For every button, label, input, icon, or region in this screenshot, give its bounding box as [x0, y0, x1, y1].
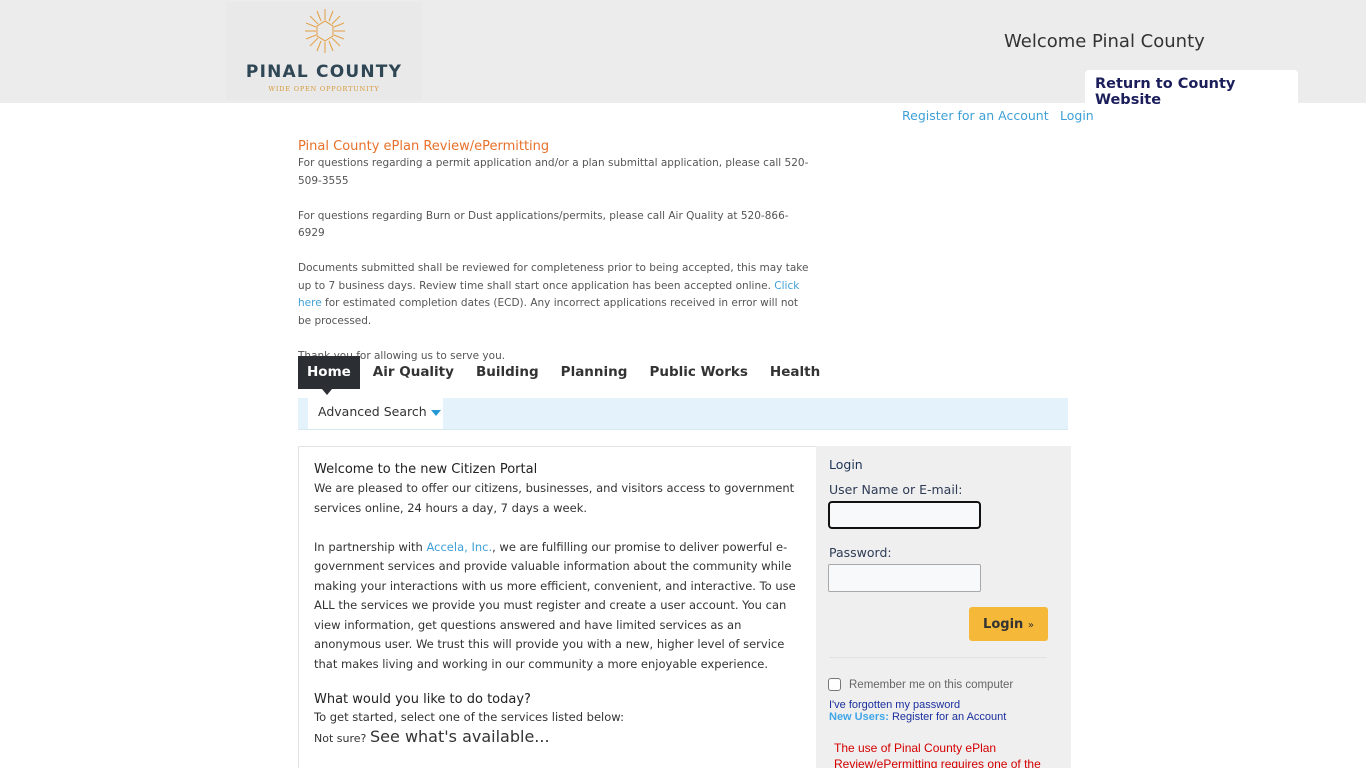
username-input[interactable] [828, 501, 981, 529]
sun-hexagon-logo-icon [305, 9, 345, 53]
intro-review-notice: Documents submitted shall be reviewed fo… [298, 260, 813, 330]
partnership-text-end: , we are fulfilling our promise to deliv… [314, 539, 796, 671]
todo-text: To get started, select one of the servic… [314, 709, 624, 724]
tab-public-works[interactable]: Public Works [640, 356, 756, 389]
remember-me-checkbox[interactable] [828, 678, 841, 691]
remember-me-row: Remember me on this computer [828, 678, 1013, 691]
login-button-label: Login [983, 616, 1024, 632]
tab-home[interactable]: Home [298, 356, 360, 395]
todo-title: What would you like to do today? [314, 691, 531, 707]
welcome-title: Welcome to the new Citizen Portal [314, 462, 538, 477]
login-title: Login [829, 457, 863, 472]
welcome-heading: Welcome Pinal County [1004, 31, 1205, 52]
password-input[interactable] [828, 564, 981, 592]
partnership-text-start: In partnership with [314, 539, 427, 554]
tab-building[interactable]: Building [467, 356, 548, 389]
site-header: PINAL COUNTY WIDE OPEN OPPORTUNITY Welco… [0, 0, 1366, 108]
intro-section: Pinal County ePlan Review/ePermitting Fo… [298, 138, 813, 383]
review-notice-text-end: for estimated completion dates (ECD). An… [298, 297, 799, 327]
logo-tagline: WIDE OPEN OPPORTUNITY [268, 85, 380, 93]
return-to-county-website-link[interactable]: Return to County Website [1085, 70, 1298, 108]
login-link[interactable]: Login [1060, 108, 1094, 123]
accela-link[interactable]: Accela, Inc. [427, 540, 493, 554]
new-users-row: New Users: Register for an Account [829, 711, 1006, 723]
usage-notice: The use of Pinal County ePlan Review/ePe… [834, 741, 1041, 768]
welcome-panel: Welcome to the new Citizen Portal We are… [298, 446, 816, 768]
sub-nav-bar: Advanced Search [298, 398, 1068, 430]
login-panel: Login User Name or E-mail: Password: Log… [816, 446, 1071, 768]
login-button[interactable]: Login » [969, 607, 1048, 641]
partnership-text: In partnership with Accela, Inc., we are… [314, 538, 804, 675]
intro-permit-contact: For questions regarding a permit applica… [298, 157, 809, 187]
divider [829, 657, 1047, 658]
welcome-text: We are pleased to offer our citizens, bu… [314, 481, 795, 515]
not-sure-label: Not sure? [314, 731, 367, 745]
intro-air-quality-contact: For questions regarding Burn or Dust app… [298, 209, 789, 240]
username-label: User Name or E-mail: [829, 482, 963, 497]
caret-down-icon [430, 409, 441, 416]
new-users-register-link[interactable]: Register for an Account [892, 711, 1006, 723]
tab-planning[interactable]: Planning [552, 356, 637, 389]
advanced-search-label: Advanced Search [318, 404, 427, 419]
review-notice-text: Documents submitted shall be reviewed fo… [298, 262, 809, 292]
pinal-county-logo[interactable]: PINAL COUNTY WIDE OPEN OPPORTUNITY [226, 2, 422, 100]
remember-me-label[interactable]: Remember me on this computer [849, 679, 1013, 691]
tab-health[interactable]: Health [761, 356, 829, 389]
double-chevron-right-icon: » [1027, 619, 1034, 631]
see-whats-available-link[interactable]: See what's available... [370, 727, 550, 746]
advanced-search-dropdown[interactable]: Advanced Search [308, 398, 443, 429]
forgot-password-link[interactable]: I've forgotten my password [829, 699, 960, 711]
logo-title: PINAL COUNTY [245, 62, 403, 82]
main-nav: Home Air Quality Building Planning Publi… [298, 356, 833, 395]
password-label: Password: [829, 545, 892, 560]
new-users-label: New Users: [829, 711, 889, 723]
not-sure-row: Not sure? See what's available... [314, 725, 804, 751]
tab-air-quality[interactable]: Air Quality [364, 356, 463, 389]
register-link[interactable]: Register for an Account [902, 108, 1049, 123]
intro-title: Pinal County ePlan Review/ePermitting [298, 139, 550, 154]
